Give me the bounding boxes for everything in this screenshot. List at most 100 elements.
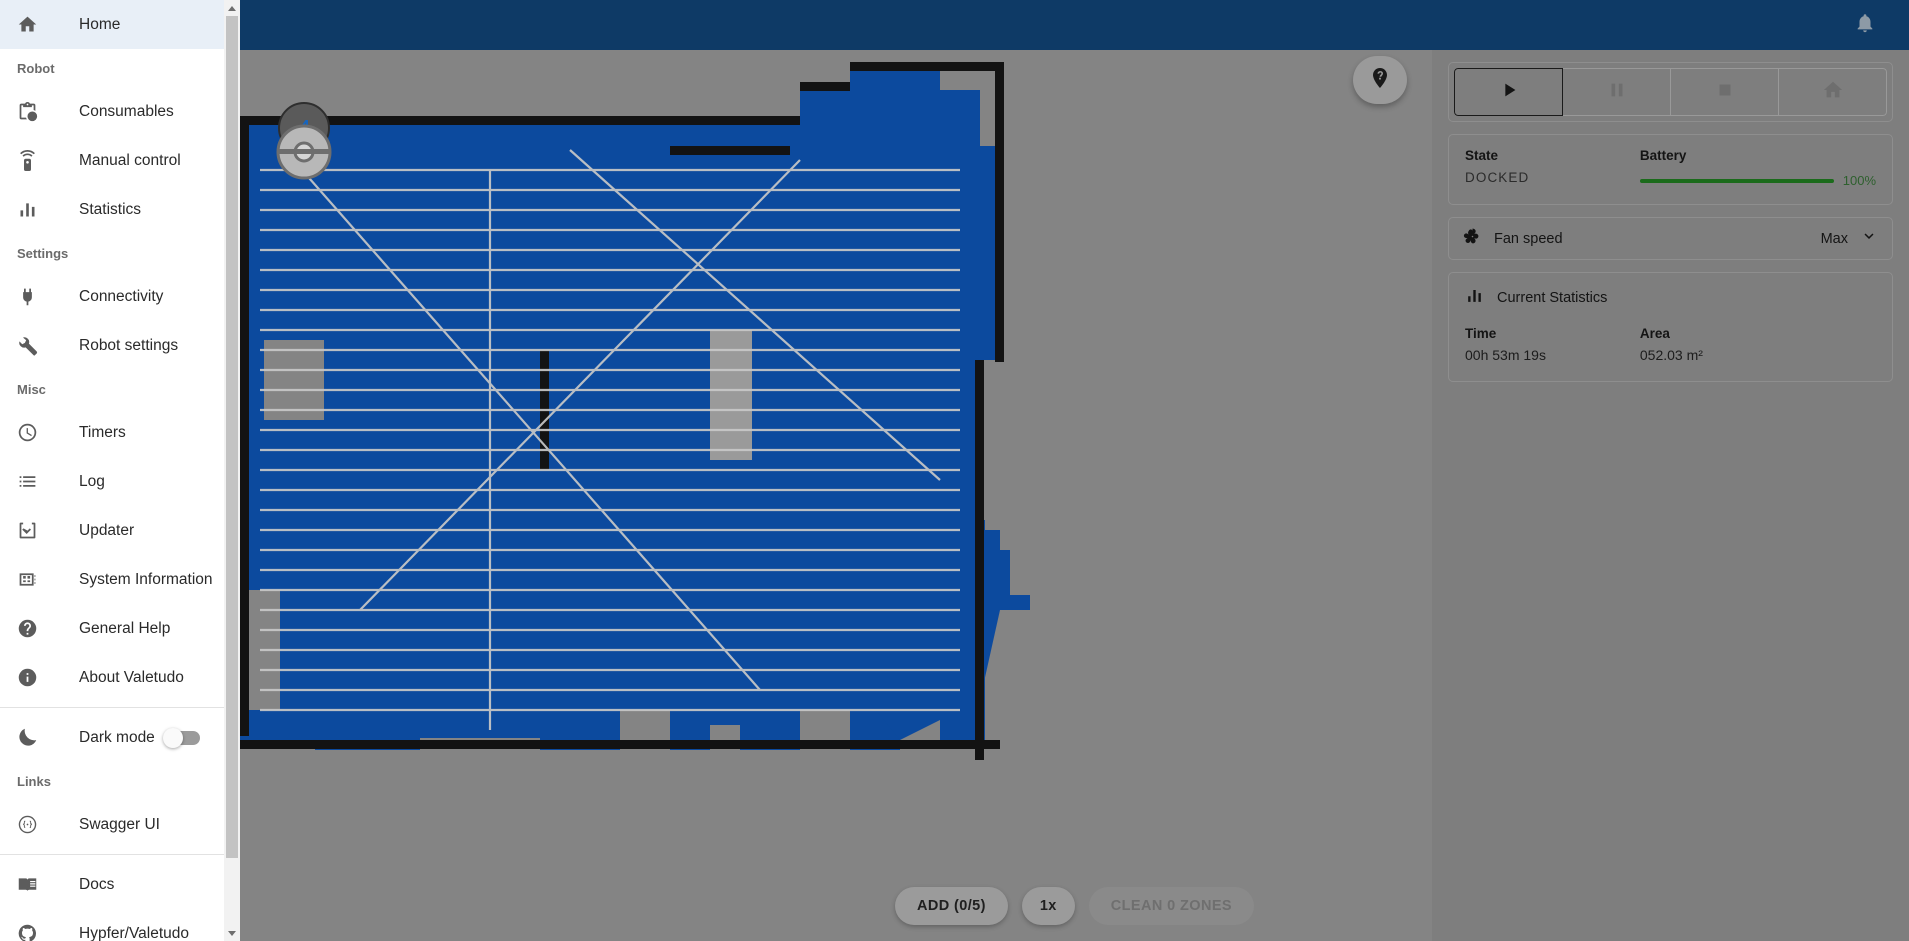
sidebar-item-manual-control[interactable]: Manual control [0, 136, 224, 185]
help-circle-icon [17, 618, 51, 639]
remote-control-icon [17, 150, 51, 171]
sidebar-item-consumables-label: Consumables [79, 102, 174, 120]
download-box-icon [17, 520, 51, 541]
navigation-drawer-content: Home Robot Consumables Manual control St… [0, 0, 240, 941]
sidebar-divider-2 [0, 854, 224, 855]
sidebar-item-swagger-ui[interactable]: Swagger UI [0, 800, 224, 849]
sidebar-item-docs-label: Docs [79, 875, 115, 893]
sidebar-item-github[interactable]: Hypfer/Valetudo [0, 909, 224, 941]
list-icon [17, 471, 51, 492]
github-icon [17, 923, 51, 941]
clock-icon [17, 422, 51, 443]
current-statistics-card: Current Statistics Time 00h 53m 19s Area… [1448, 272, 1893, 382]
dark-mode-toggle[interactable] [163, 727, 200, 748]
navigation-drawer: Home Robot Consumables Manual control St… [0, 0, 240, 941]
iterations-button[interactable]: 1x [1021, 887, 1075, 925]
statistics-time-block: Time 00h 53m 19s [1465, 326, 1640, 363]
plug-icon [17, 286, 51, 307]
home-icon [17, 14, 51, 35]
robot-control-button-group [1454, 68, 1887, 116]
sidebar-item-robot-settings-label: Robot settings [79, 336, 179, 354]
robot-controls-card [1448, 62, 1893, 122]
scrollbar-down-arrow[interactable] [224, 925, 240, 941]
start-button[interactable] [1454, 68, 1563, 116]
sidebar-item-system-information[interactable]: System Information [0, 555, 224, 604]
sidebar-section-robot: Robot [17, 60, 55, 76]
fan-speed-select[interactable]: Max [1821, 227, 1878, 250]
scrollbar-up-arrow[interactable] [224, 0, 240, 16]
add-zone-button[interactable]: ADD (0/5) [894, 887, 1008, 925]
app-bar [240, 0, 1909, 50]
bar-chart-icon [1465, 286, 1484, 310]
home-dock-icon [1822, 79, 1844, 106]
map-pin-button[interactable] [1353, 56, 1407, 104]
sidebar-divider-1 [0, 707, 224, 708]
sidebar-item-swagger-ui-label: Swagger UI [79, 815, 160, 833]
fan-speed-label: Fan speed [1494, 230, 1563, 247]
current-statistics-title: Current Statistics [1497, 290, 1608, 306]
sidebar-item-general-help-label: General Help [79, 619, 171, 637]
area-value: 052.03 m² [1639, 347, 1703, 363]
sidebar-section-misc: Misc [17, 381, 46, 397]
sidebar-item-robot-settings[interactable]: Robot settings [0, 321, 224, 370]
fan-icon [1463, 227, 1482, 251]
sidebar-item-updater-label: Updater [79, 521, 135, 539]
sidebar-item-dark-mode[interactable]: Dark mode [0, 713, 224, 762]
state-value: DOCKED [1465, 170, 1530, 185]
sidebar-item-connectivity[interactable]: Connectivity [0, 272, 224, 321]
sidebar-item-home-label: Home [79, 15, 121, 33]
chevron-down-icon [1860, 227, 1878, 250]
sidebar-item-consumables[interactable]: Consumables [0, 87, 224, 136]
dock-home-button[interactable] [1779, 68, 1887, 116]
system-info-icon [17, 569, 51, 590]
swagger-api-icon [17, 814, 51, 835]
battery-progress [1639, 178, 1834, 183]
sidebar-section-settings: Settings [17, 245, 69, 261]
sidebar-item-dark-mode-label: Dark mode [79, 728, 155, 746]
clean-zones-button[interactable]: CLEAN 0 ZONES [1088, 887, 1254, 925]
map-pin-question-icon [1368, 66, 1392, 95]
sidebar-item-about-valetudo-label: About Valetudo [79, 668, 184, 686]
control-panel: State DOCKED Battery 100% Fan speed Max … [1432, 50, 1909, 941]
map-robot-marker: 4 [276, 102, 332, 180]
status-card: State DOCKED Battery 100% [1448, 134, 1893, 205]
dark-mode-toggle-knob [163, 727, 183, 748]
battery-progress-fill [1639, 178, 1834, 183]
fan-speed-value: Max [1820, 230, 1848, 247]
sidebar-section-links: Links [17, 773, 51, 789]
notifications-button[interactable] [1845, 5, 1885, 45]
sidebar-item-general-help[interactable]: General Help [0, 604, 224, 653]
scrollbar-thumb[interactable] [226, 16, 238, 858]
sidebar-item-log-label: Log [79, 472, 105, 490]
stop-icon [1714, 79, 1736, 106]
pause-icon [1606, 79, 1628, 106]
sidebar-item-home[interactable]: Home [0, 0, 224, 49]
sidebar-item-github-label: Hypfer/Valetudo [79, 924, 189, 941]
sidebar-item-docs[interactable]: Docs [0, 860, 224, 909]
sidebar-item-connectivity-label: Connectivity [79, 287, 164, 305]
sidebar-item-statistics[interactable]: Statistics [0, 185, 224, 234]
fan-speed-card[interactable]: Fan speed Max [1448, 217, 1893, 260]
moon-icon [17, 727, 51, 748]
stop-button[interactable] [1671, 68, 1779, 116]
sidebar-item-timers[interactable]: Timers [0, 408, 224, 457]
wrench-icon [17, 335, 51, 356]
consumables-icon [17, 101, 51, 122]
sidebar-item-log[interactable]: Log [0, 457, 224, 506]
sidebar-item-updater[interactable]: Updater [0, 506, 224, 555]
sidebar-item-manual-control-label: Manual control [79, 151, 181, 169]
time-value: 00h 53m 19s [1465, 347, 1546, 363]
battery-block: Battery 100% [1639, 148, 1876, 188]
valetudo-app: 4 ADD (0/5) 1x CLEAN 0 ZONES [0, 0, 1909, 941]
state-label: State [1465, 148, 1499, 163]
book-icon [17, 874, 51, 895]
statistics-area-block: Area 052.03 m² [1640, 326, 1876, 363]
sidebar-item-about-valetudo[interactable]: About Valetudo [0, 653, 224, 702]
sidebar-item-statistics-label: Statistics [79, 200, 142, 218]
sidebar-scrollbar[interactable] [224, 0, 240, 941]
pause-button[interactable] [1563, 68, 1671, 116]
sidebar-item-timers-label: Timers [79, 423, 126, 441]
info-circle-icon [17, 667, 51, 688]
bell-icon [1854, 12, 1876, 39]
time-label: Time [1465, 326, 1497, 341]
